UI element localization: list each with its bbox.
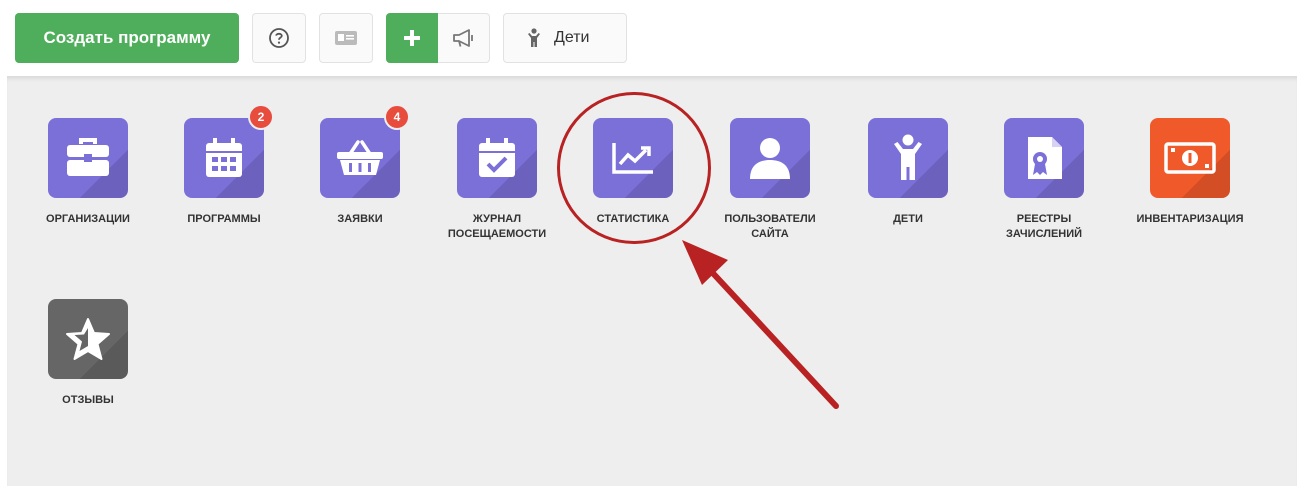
card-view-button[interactable] [319,13,373,63]
chart-line-icon [612,143,653,174]
tile-inventory[interactable]: ИНВЕНТАРИЗАЦИЯ [1120,118,1260,227]
pointer-arrow [682,240,839,409]
tile-children-icon-box [868,118,948,198]
tile-enrollment-registries[interactable]: РЕЕСТРЫ ЗАЧИСЛЕНИЙ [974,118,1114,242]
id-card-icon [335,31,357,45]
tile-programs-icon-box [184,118,264,198]
tile-reviews-icon-box [48,299,128,379]
tile-enrollment-registries-label: РЕЕСТРЫ ЗАЧИСЛЕНИЙ [1005,213,1083,240]
calendar-check-icon [479,138,515,177]
basket-icon [337,140,383,175]
calendar-icon [206,138,242,177]
toolbar: Создать программу Дети [0,0,1297,76]
tile-children-label: ДЕТИ [893,213,923,225]
tile-organizations[interactable]: ОРГАНИЗАЦИИ [18,118,158,227]
tile-requests-label: ЗАЯВКИ [337,213,383,225]
notification-badge: 4 [384,104,410,130]
notification-badge: 2 [248,104,274,130]
tile-inventory-icon-box [1150,118,1230,198]
tile-reviews-label: ОТЗЫВЫ [62,394,114,406]
tile-programs-label: ПРОГРАММЫ [187,213,261,225]
tile-organizations-label: ОРГАНИЗАЦИИ [46,213,130,225]
tile-requests-icon-box [320,118,400,198]
tile-enrollment-registries-icon-box [1004,118,1084,198]
help-button[interactable] [252,13,306,63]
tile-requests[interactable]: 4 ЗАЯВКИ [290,104,430,227]
megaphone-icon [452,29,473,47]
kids-button-label: Дети [554,29,590,46]
tile-attendance-journal-label: ЖУРНАЛ ПОСЕЩАЕМОСТИ [447,213,547,240]
question-circle-icon [269,28,289,48]
child-icon [894,134,922,180]
user-icon [750,138,790,179]
add-button[interactable] [386,13,438,63]
create-program-button[interactable]: Создать программу [15,13,239,63]
tile-children[interactable]: ДЕТИ [838,118,978,227]
certificate-icon [1028,137,1062,179]
tile-programs[interactable]: 2 ПРОГРАММЫ [154,104,294,227]
child-icon [528,28,540,47]
plus-icon [404,30,420,46]
tile-attendance-journal-icon-box [457,118,537,198]
briefcase-icon [67,138,109,176]
tile-site-users-icon-box [730,118,810,198]
tile-inventory-label: ИНВЕНТАРИЗАЦИЯ [1136,213,1244,225]
add-announcement-group [386,13,490,63]
kids-button[interactable]: Дети [503,13,627,63]
tile-attendance-journal[interactable]: ЖУРНАЛ ПОСЕЩАЕМОСТИ [427,118,567,242]
tile-site-users[interactable]: ПОЛЬЗОВАТЕЛИ САЙТА [700,118,840,242]
money-icon [1164,142,1216,174]
tile-organizations-icon-box [48,118,128,198]
announcement-button[interactable] [438,13,490,63]
star-icon [66,318,110,360]
tile-reviews[interactable]: ОТЗЫВЫ [18,299,158,408]
